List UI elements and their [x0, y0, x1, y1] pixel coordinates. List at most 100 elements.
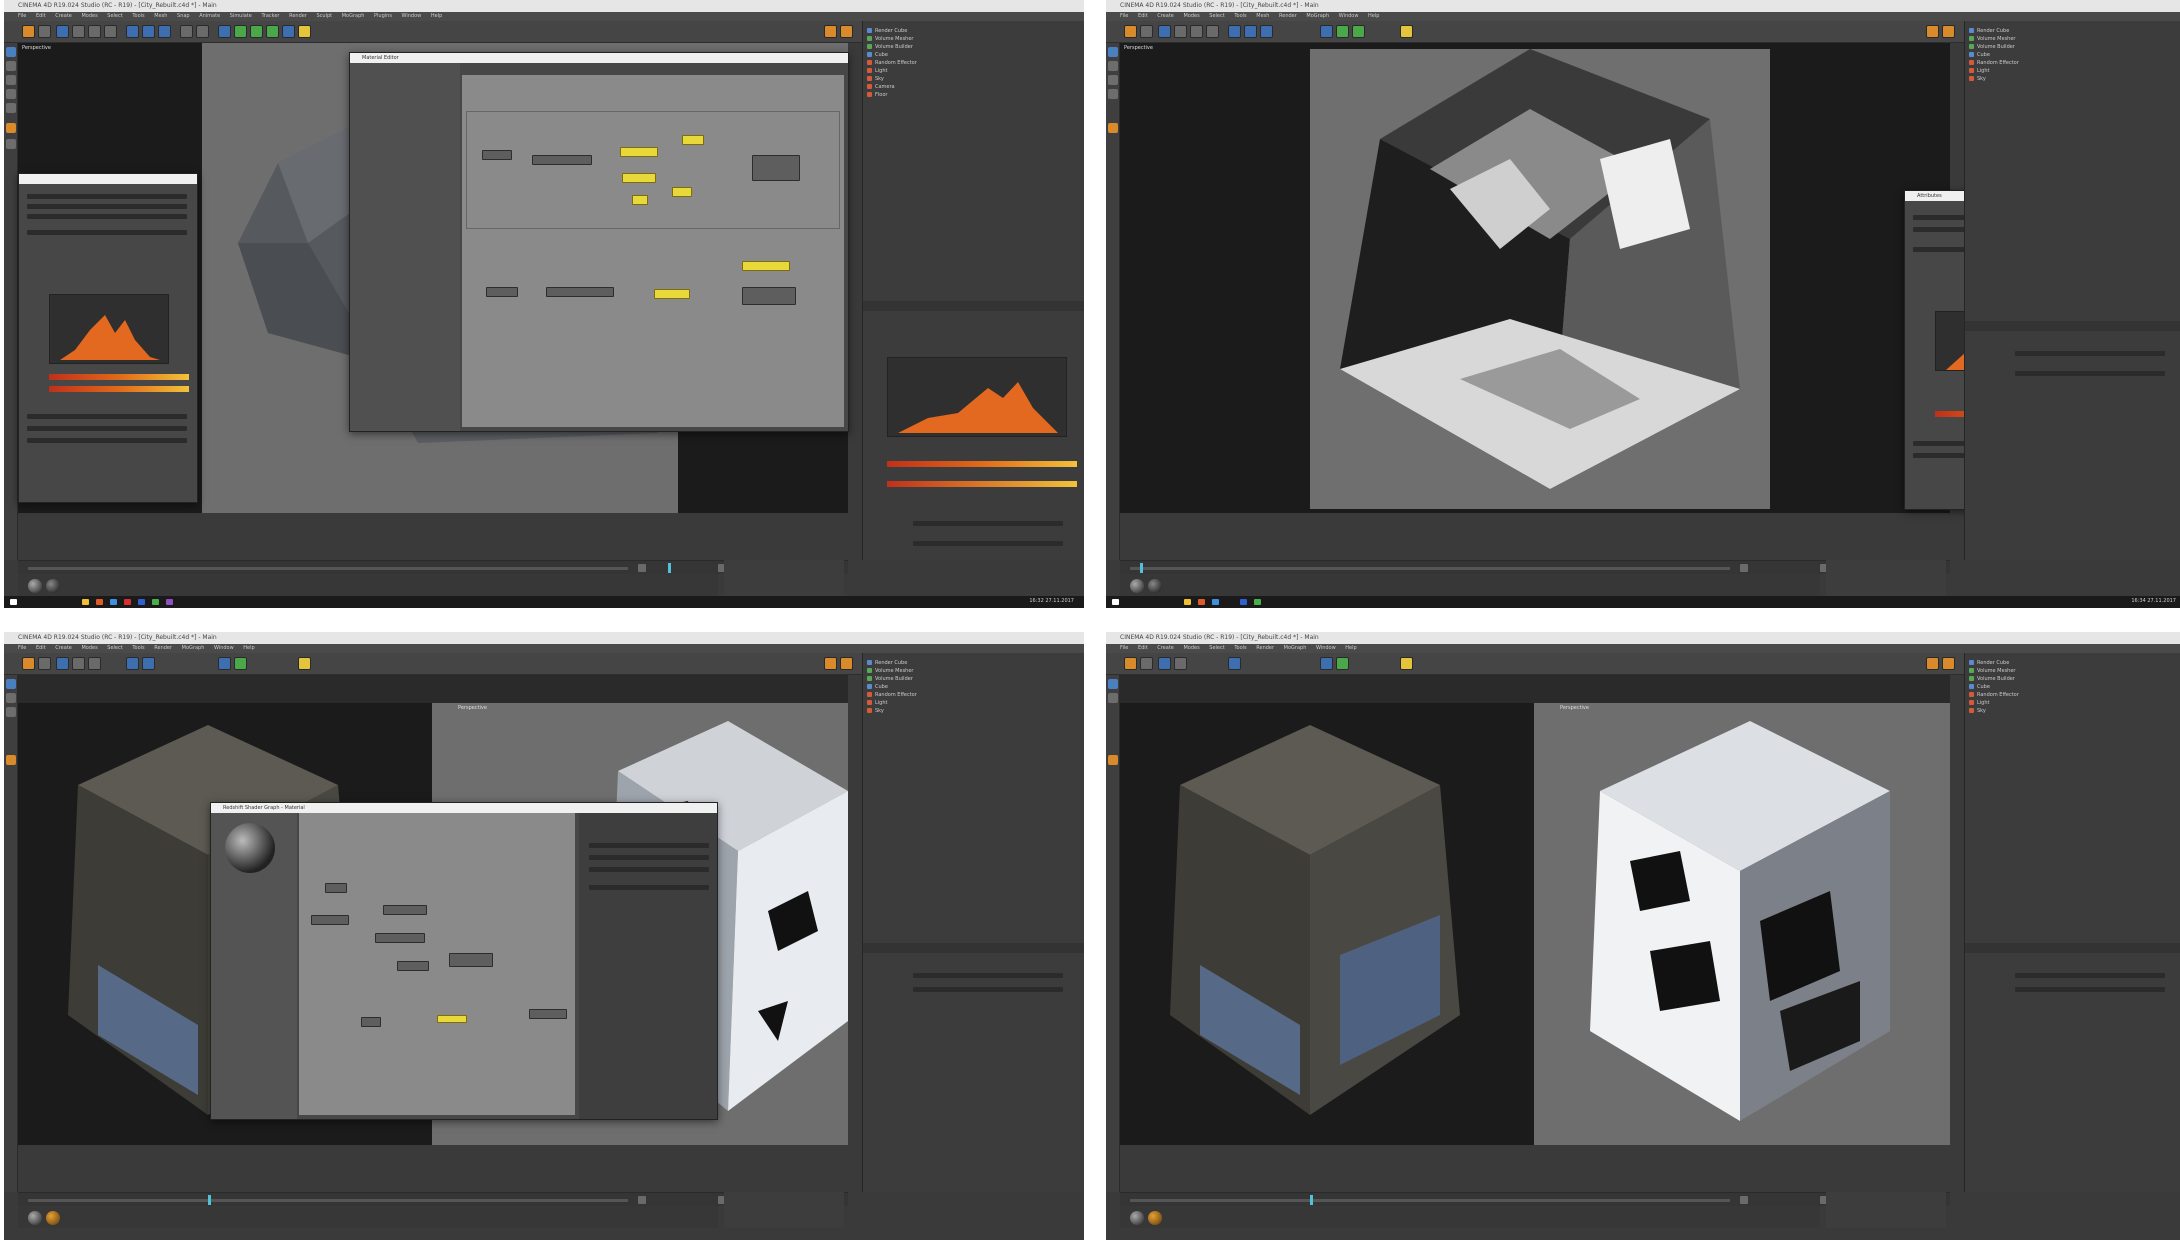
points-mode-icon[interactable]: [1108, 75, 1118, 85]
menu-create[interactable]: Create: [1157, 645, 1174, 651]
axis-x-icon[interactable]: [126, 657, 139, 670]
go-start-icon[interactable]: [638, 564, 646, 572]
object-row[interactable]: Sky: [867, 707, 1080, 715]
node[interactable]: [486, 287, 518, 297]
menu-render[interactable]: Render: [154, 645, 172, 651]
material-swatch[interactable]: [28, 579, 42, 593]
undo-icon[interactable]: [22, 657, 35, 670]
menu-edit[interactable]: Edit: [1138, 13, 1148, 19]
redo-icon[interactable]: [1140, 25, 1153, 38]
object-row[interactable]: Floor: [867, 91, 1080, 99]
texture-mode-icon[interactable]: [1108, 693, 1118, 703]
explorer-icon[interactable]: [82, 599, 89, 605]
setting-field[interactable]: [27, 414, 187, 419]
move-icon[interactable]: [72, 25, 85, 38]
spline-icon[interactable]: [234, 657, 247, 670]
points-mode-icon[interactable]: [6, 707, 16, 717]
undo-icon[interactable]: [1124, 25, 1137, 38]
live-select-icon[interactable]: [56, 25, 69, 38]
menu-create[interactable]: Create: [55, 13, 72, 19]
light-icon[interactable]: [1400, 25, 1413, 38]
redshift-icon[interactable]: [824, 25, 837, 38]
object-row[interactable]: Volume Mesher: [1969, 35, 2180, 43]
object-row[interactable]: Light: [1969, 699, 2180, 707]
menu-mesh[interactable]: Mesh: [1256, 13, 1269, 19]
redshift-icon[interactable]: [1926, 657, 1939, 670]
app-icon[interactable]: [152, 599, 159, 605]
spline-icon[interactable]: [234, 25, 247, 38]
app-icon[interactable]: [1212, 599, 1219, 605]
node-yellow[interactable]: [632, 195, 648, 205]
menu-help[interactable]: Help: [1368, 13, 1379, 19]
array-icon[interactable]: [266, 25, 279, 38]
menu-animate[interactable]: Animate: [199, 13, 220, 19]
move-icon[interactable]: [1174, 25, 1187, 38]
app-icon[interactable]: [1198, 599, 1205, 605]
object-row[interactable]: Random Effector: [1969, 59, 2180, 67]
menu-modes[interactable]: Modes: [81, 13, 97, 19]
setting-field[interactable]: [589, 855, 709, 860]
menu-modes[interactable]: Modes: [81, 645, 97, 651]
object-row[interactable]: Light: [867, 699, 1080, 707]
setting-field[interactable]: [2015, 371, 2165, 376]
model-mode-icon[interactable]: [6, 679, 16, 689]
object-row[interactable]: Random Effector: [867, 59, 1080, 67]
axis-y-icon[interactable]: [142, 25, 155, 38]
object-row[interactable]: Light: [1969, 67, 2180, 75]
menu-mograph[interactable]: MoGraph: [342, 13, 365, 19]
menu-window[interactable]: Window: [402, 13, 422, 19]
menu-edit[interactable]: Edit: [1138, 645, 1148, 651]
timeline-playhead[interactable]: [1140, 563, 1143, 573]
object-row[interactable]: Random Effector: [1969, 691, 2180, 699]
menu-file[interactable]: File: [1120, 13, 1128, 19]
menu-snap[interactable]: Snap: [177, 13, 190, 19]
menu-edit[interactable]: Edit: [36, 13, 46, 19]
start-icon[interactable]: [10, 599, 17, 605]
menu-mograph[interactable]: MoGraph: [1284, 645, 1307, 651]
app-icon[interactable]: [110, 599, 117, 605]
node[interactable]: [449, 953, 493, 967]
material-swatch[interactable]: [46, 579, 60, 593]
menu-file[interactable]: File: [18, 645, 26, 651]
setting-field[interactable]: [2015, 973, 2165, 978]
menu-modes[interactable]: Modes: [1183, 13, 1199, 19]
explorer-icon[interactable]: [1184, 599, 1191, 605]
node[interactable]: [546, 287, 614, 297]
edges-mode-icon[interactable]: [6, 89, 16, 99]
object-row[interactable]: Volume Builder: [867, 43, 1080, 51]
object-row[interactable]: Light: [867, 67, 1080, 75]
material-list[interactable]: [350, 63, 460, 431]
app-icon[interactable]: [1254, 599, 1261, 605]
menu-edit[interactable]: Edit: [36, 645, 46, 651]
go-start-icon[interactable]: [638, 1196, 646, 1204]
node[interactable]: [482, 150, 512, 160]
material-swatch[interactable]: [1148, 1211, 1162, 1225]
setting-field[interactable]: [589, 867, 709, 872]
viewport-perspective[interactable]: Perspective: [1120, 43, 1950, 513]
menu-bar[interactable]: File Edit Create Modes Select Tools Mesh…: [4, 12, 1084, 21]
object-row[interactable]: Cube: [1969, 683, 2180, 691]
app-icon[interactable]: [166, 599, 173, 605]
move-icon[interactable]: [72, 657, 85, 670]
redo-icon[interactable]: [38, 25, 51, 38]
scale-icon[interactable]: [1190, 25, 1203, 38]
object-row[interactable]: Sky: [867, 75, 1080, 83]
setting-field[interactable]: [913, 521, 1063, 526]
undo-icon[interactable]: [1124, 657, 1137, 670]
deformer-icon[interactable]: [282, 25, 295, 38]
light-icon[interactable]: [1400, 657, 1413, 670]
rs-ipr-icon[interactable]: [1942, 25, 1955, 38]
node[interactable]: [325, 883, 347, 893]
menu-file[interactable]: File: [18, 13, 26, 19]
edges-mode-icon[interactable]: [1108, 89, 1118, 99]
axis-z-icon[interactable]: [1260, 25, 1273, 38]
node[interactable]: [361, 1017, 381, 1027]
axis-y-icon[interactable]: [1244, 25, 1257, 38]
menu-select[interactable]: Select: [107, 645, 122, 651]
cube-icon[interactable]: [1320, 25, 1333, 38]
cube-icon[interactable]: [218, 25, 231, 38]
sculpt-icon[interactable]: [6, 755, 16, 765]
spline-icon[interactable]: [1336, 657, 1349, 670]
object-row[interactable]: Render Cube: [867, 659, 1080, 667]
node[interactable]: [375, 933, 425, 943]
